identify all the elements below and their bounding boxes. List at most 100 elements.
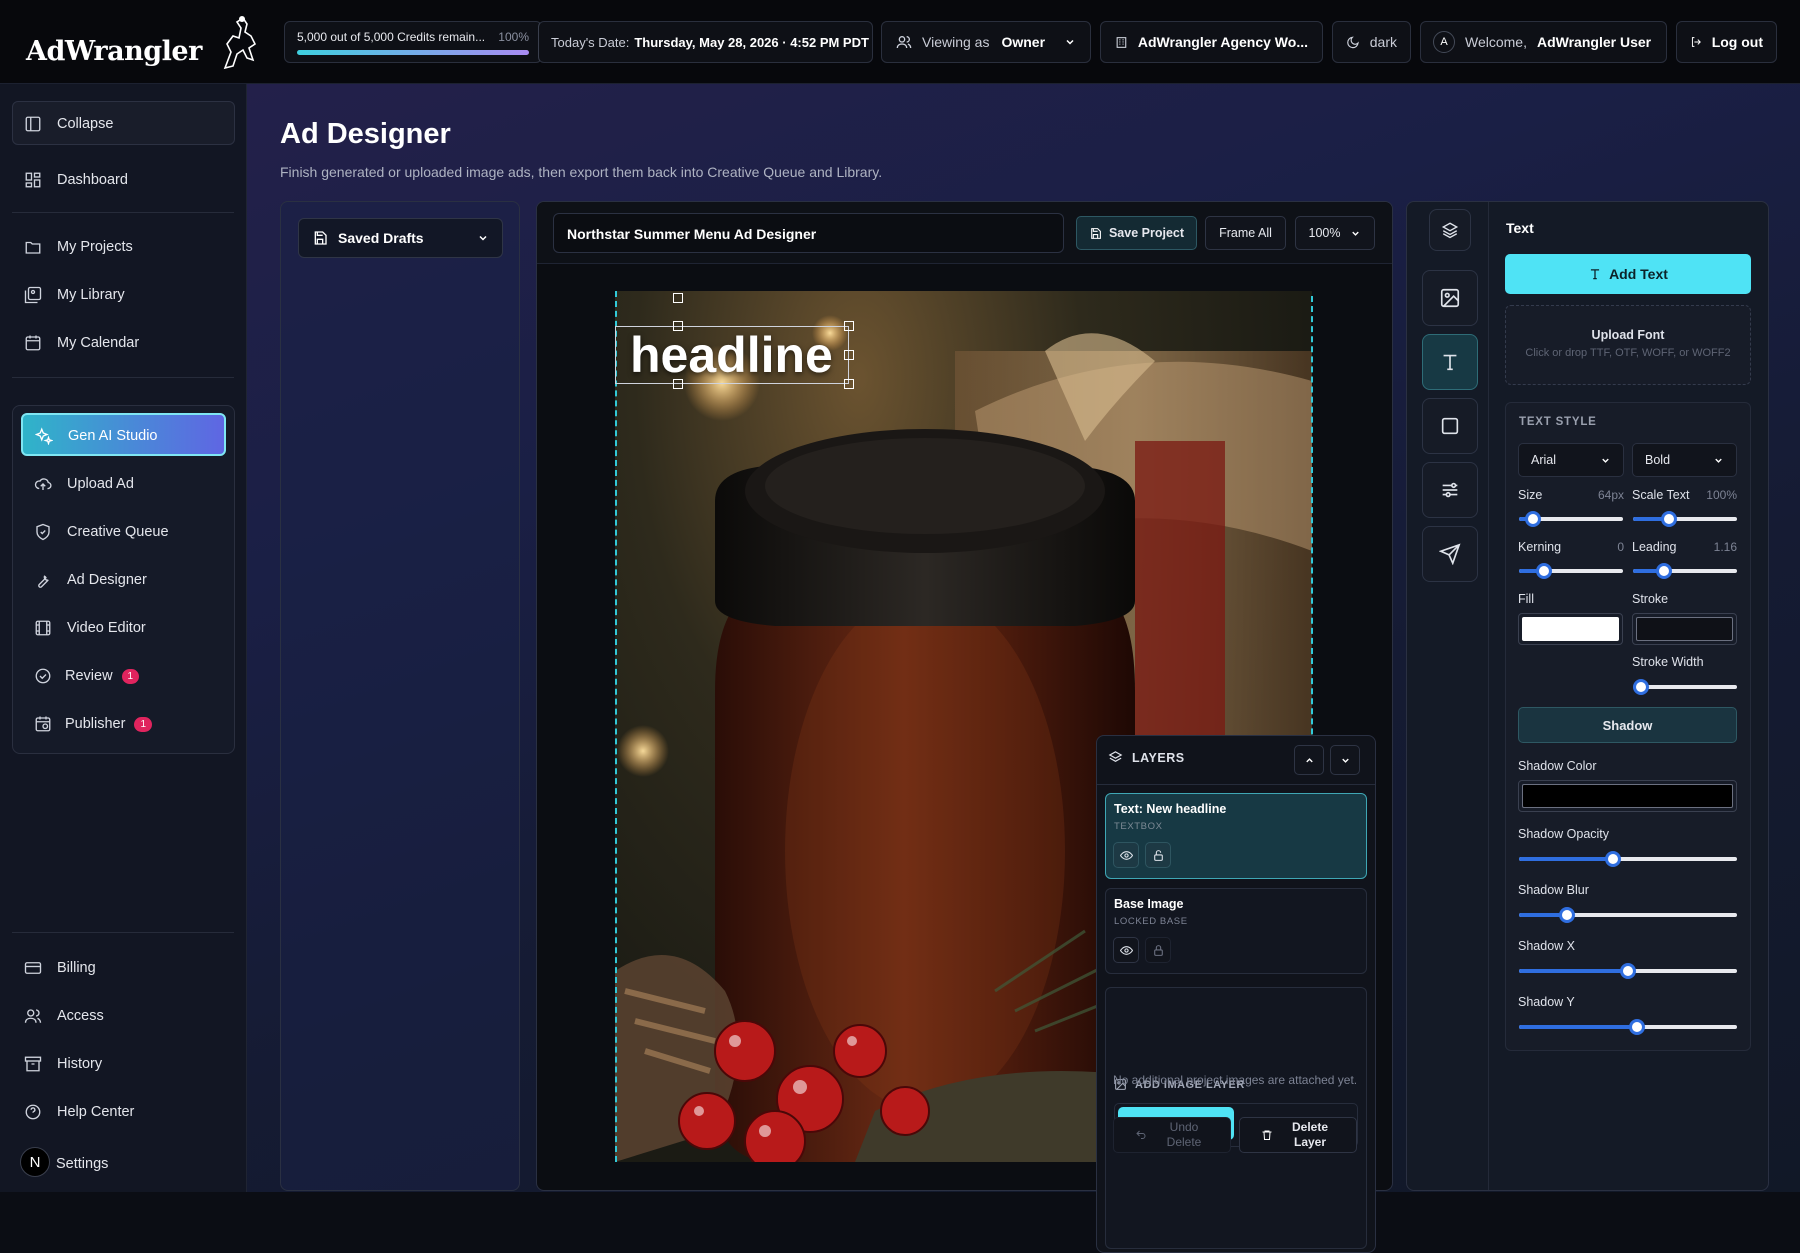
font-weight-select[interactable]: Bold	[1632, 443, 1737, 477]
headline-textbox[interactable]: headline	[615, 326, 849, 384]
saved-drafts-select[interactable]: Saved Drafts	[298, 218, 503, 258]
sidebar-item-creative-queue[interactable]: Creative Queue	[34, 523, 169, 541]
sidebar-item-my-projects[interactable]: My Projects	[24, 238, 133, 256]
user-welcome[interactable]: A Welcome, AdWrangler User	[1420, 21, 1667, 63]
fill-color-swatch[interactable]	[1518, 613, 1623, 645]
viewing-value: Owner	[1001, 34, 1046, 50]
shadow-y-slider[interactable]	[1519, 1019, 1737, 1035]
divider	[12, 932, 234, 933]
resize-handle[interactable]	[844, 321, 854, 331]
fill-label: Fill	[1518, 592, 1534, 606]
gen-ai-studio-row[interactable]: Gen AI Studio	[35, 427, 157, 445]
zoom-select[interactable]: 100%	[1295, 216, 1375, 250]
shield-check-icon	[36, 523, 50, 541]
date-display: Today's Date: Thursday, May 28, 2026 · 4…	[538, 21, 873, 63]
scale-text-slider[interactable]	[1633, 511, 1737, 527]
stroke-width-slider[interactable]	[1633, 679, 1737, 695]
shadow-opacity-slider[interactable]	[1519, 851, 1737, 867]
page-subtitle: Finish generated or uploaded image ads, …	[280, 164, 883, 180]
logout-button[interactable]: Log out	[1676, 21, 1777, 63]
sidebar-item-my-calendar[interactable]: My Calendar	[24, 334, 139, 352]
type-icon	[1590, 269, 1600, 280]
shadow-color-swatch[interactable]	[1518, 780, 1737, 812]
add-text-button[interactable]: Add Text	[1505, 254, 1751, 294]
resize-handle[interactable]	[844, 379, 854, 389]
credits-percent: 100%	[498, 30, 529, 44]
tool-image[interactable]	[1422, 270, 1478, 326]
sidebar-item-history[interactable]: History	[24, 1055, 102, 1073]
upload-font-dropzone[interactable]: Upload Font Click or drop TTF, OTF, WOFF…	[1505, 305, 1751, 385]
layers-icon	[1108, 751, 1123, 762]
save-project-label: Save Project	[1108, 226, 1185, 240]
layer-name: Base Image	[1114, 897, 1184, 911]
project-name-input[interactable]: Northstar Summer Menu Ad Designer	[553, 213, 1064, 253]
sidebar-item-publisher[interactable]: Publisher 1	[34, 715, 153, 733]
users-icon	[24, 1009, 42, 1023]
sidebar-item-ad-designer[interactable]: Ad Designer	[34, 571, 147, 589]
sidebar-item-settings[interactable]: N Settings	[20, 1147, 108, 1177]
delete-layer-button[interactable]: Delete Layer	[1239, 1117, 1357, 1153]
settings-avatar: N	[20, 1147, 50, 1177]
layers-title: LAYERS	[1132, 750, 1185, 765]
shadow-blur-slider[interactable]	[1519, 907, 1737, 923]
wrench-icon	[38, 575, 49, 588]
sidebar-item-video-editor[interactable]: Video Editor	[34, 619, 146, 637]
divider	[12, 377, 234, 378]
theme-toggle[interactable]: dark	[1332, 21, 1411, 63]
shadow-blur-label: Shadow Blur	[1518, 883, 1589, 897]
visibility-toggle[interactable]	[1113, 937, 1139, 963]
resize-handle[interactable]	[673, 293, 683, 303]
folder-icon	[25, 241, 41, 254]
resize-handle[interactable]	[844, 350, 854, 360]
layers-down-button[interactable]	[1330, 745, 1360, 775]
credits-meter[interactable]: 5,000 out of 5,000 Credits remain... 100…	[284, 21, 542, 63]
undo-icon	[1136, 1130, 1146, 1139]
lock-toggle[interactable]	[1145, 842, 1171, 868]
logout-label: Log out	[1711, 34, 1763, 50]
lock-icon	[1153, 944, 1163, 956]
theme-label: dark	[1369, 34, 1397, 50]
sidebar-item-review[interactable]: Review 1	[34, 667, 140, 685]
sidebar-item-access[interactable]: Access	[24, 1007, 104, 1025]
image-icon	[1440, 288, 1460, 308]
shadow-x-label: Shadow X	[1518, 939, 1575, 953]
sidebar-item-billing[interactable]: Billing	[24, 959, 96, 977]
shadow-button[interactable]: Shadow	[1518, 707, 1737, 743]
viewing-label: Viewing as	[922, 34, 990, 50]
leading-slider[interactable]	[1633, 563, 1737, 579]
sidebar-item-upload-ad[interactable]: Upload Ad	[34, 475, 134, 493]
size-slider[interactable]	[1519, 511, 1623, 527]
kerning-slider[interactable]	[1519, 563, 1623, 579]
my-library-label: My Library	[57, 287, 125, 303]
eye-icon	[1119, 945, 1133, 955]
tool-adjust[interactable]	[1422, 462, 1478, 518]
resize-handle[interactable]	[673, 321, 683, 331]
tool-text[interactable]	[1422, 334, 1478, 390]
history-label: History	[57, 1056, 103, 1072]
workspace-select[interactable]: AdWrangler Agency Wo...	[1100, 21, 1323, 63]
tool-layers[interactable]	[1429, 209, 1471, 251]
viewing-as-select[interactable]: Viewing as Owner	[881, 21, 1091, 63]
sidebar-item-collapse[interactable]: Collapse	[24, 115, 113, 133]
resize-handle[interactable]	[673, 379, 683, 389]
my-calendar-label: My Calendar	[57, 335, 140, 351]
delete-layer-label: Delete Layer	[1291, 1120, 1329, 1149]
sidebar-item-help-center[interactable]: Help Center	[24, 1103, 134, 1121]
frame-all-button[interactable]: Frame All	[1205, 216, 1286, 250]
adwrangler-logo[interactable]: AdWrangler	[26, 14, 266, 70]
shadow-x-slider[interactable]	[1519, 963, 1737, 979]
tool-export[interactable]	[1422, 526, 1478, 582]
type-icon	[1443, 354, 1457, 371]
lock-toggle[interactable]	[1145, 937, 1171, 963]
stroke-color-swatch[interactable]	[1632, 613, 1737, 645]
layer-type: LOCKED BASE	[1114, 916, 1188, 927]
visibility-toggle[interactable]	[1113, 842, 1139, 868]
sidebar-item-dashboard[interactable]: Dashboard	[24, 171, 128, 189]
undo-delete-button[interactable]: Undo Delete	[1113, 1117, 1231, 1153]
sidebar-item-my-library[interactable]: My Library	[24, 286, 125, 304]
font-family-select[interactable]: Arial	[1518, 443, 1624, 477]
publisher-badge: 1	[134, 716, 153, 732]
tool-shape[interactable]	[1422, 398, 1478, 454]
save-project-button[interactable]: Save Project	[1076, 216, 1197, 250]
layers-up-button[interactable]	[1294, 745, 1324, 775]
